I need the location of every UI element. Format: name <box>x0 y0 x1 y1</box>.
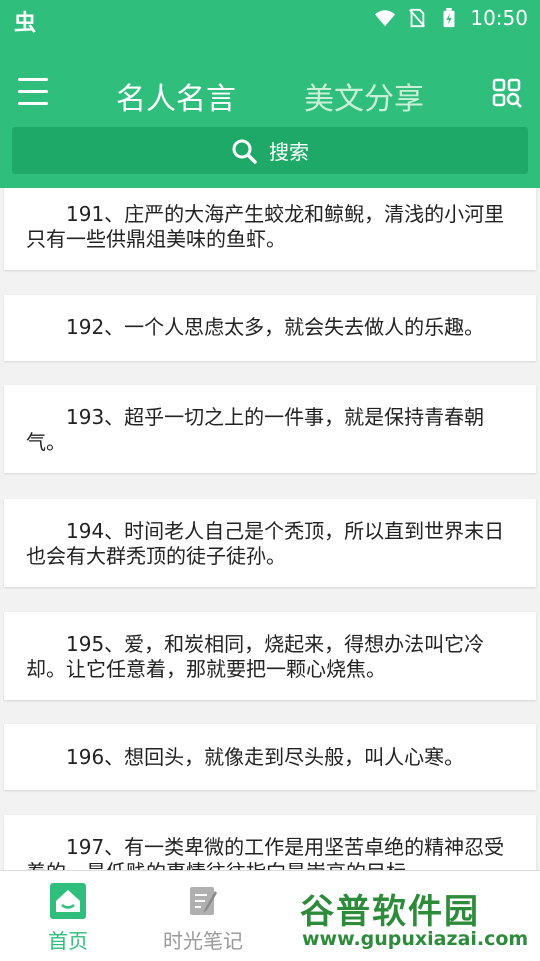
wifi-icon <box>375 10 396 27</box>
quote-text: 192、一个人思虑太多，就会失去做人的乐趣。 <box>66 315 485 339</box>
search-bar[interactable]: 搜索 <box>12 127 528 174</box>
status-bar: 虫 10:50 <box>0 0 540 38</box>
quote-text: 195、爱，和炭相同，烧起来，得想办法叫它冷却。让它任意着，那就要把一颗心烧焦。 <box>26 632 485 681</box>
nav-notes-label: 时光笔记 <box>163 929 243 953</box>
battery-charging-icon <box>443 8 455 28</box>
list-item[interactable]: 193、超乎一切之上的一件事，就是保持青春朝气。 <box>4 385 536 473</box>
quote-list[interactable]: 191、庄严的大海产生蛟龙和鲸鲵，清浅的小河里只有一些供鼎俎美味的鱼虾。 192… <box>0 188 540 870</box>
nav-home-label: 首页 <box>48 929 88 953</box>
home-icon <box>50 883 86 919</box>
list-item[interactable]: 192、一个人思虑太多，就会失去做人的乐趣。 <box>4 295 536 361</box>
search-icon <box>232 139 257 164</box>
quote-text: 197、有一类卑微的工作是用坚苦卓绝的精神忍受着的，最低贱的事情往往指向最崇高的… <box>26 835 505 870</box>
status-icons: 10:50 <box>374 6 528 30</box>
list-item[interactable]: 197、有一类卑微的工作是用坚苦卓绝的精神忍受着的，最低贱的事情往往指向最崇高的… <box>4 815 536 870</box>
search-label: 搜索 <box>269 140 309 164</box>
app-bar: 名人名言 美文分享 搜索 <box>0 38 540 188</box>
watermark-text: 谷普软件园 <box>300 892 480 932</box>
list-item[interactable]: 195、爱，和炭相同，烧起来，得想办法叫它冷却。让它任意着，那就要把一颗心烧焦。 <box>4 612 536 700</box>
watermark: 谷普软件园 www.gupuxiazai.com <box>292 884 538 960</box>
tab-prose-sharing[interactable]: 美文分享 <box>304 74 424 118</box>
app-notification-icon: 虫 <box>14 11 37 36</box>
list-item[interactable]: 194、时间老人自己是个秃顶，所以直到世界末日也会有大群秃顶的徒子徒孙。 <box>4 499 536 587</box>
no-sim-icon <box>409 8 426 28</box>
grid-search-icon[interactable] <box>492 78 522 108</box>
quote-text: 193、超乎一切之上的一件事，就是保持青春朝气。 <box>26 405 485 454</box>
menu-button[interactable] <box>18 78 52 106</box>
nav-notes[interactable]: 时光笔记 <box>148 883 258 954</box>
list-item[interactable]: 196、想回头，就像走到尽头般，叫人心寒。 <box>4 724 536 790</box>
note-pencil-icon <box>190 887 217 915</box>
list-item[interactable]: 191、庄严的大海产生蛟龙和鲸鲵，清浅的小河里只有一些供鼎俎美味的鱼虾。 <box>4 188 536 270</box>
nav-home[interactable]: 首页 <box>13 883 123 954</box>
status-time: 10:50 <box>470 6 528 30</box>
quote-text: 191、庄严的大海产生蛟龙和鲸鲵，清浅的小河里只有一些供鼎俎美味的鱼虾。 <box>26 202 505 251</box>
quote-text: 194、时间老人自己是个秃顶，所以直到世界末日也会有大群秃顶的徒子徒孙。 <box>26 519 505 568</box>
quote-text: 196、想回头，就像走到尽头般，叫人心寒。 <box>66 745 465 769</box>
watermark-url: www.gupuxiazai.com <box>302 928 529 950</box>
tab-famous-quotes[interactable]: 名人名言 <box>116 74 236 118</box>
